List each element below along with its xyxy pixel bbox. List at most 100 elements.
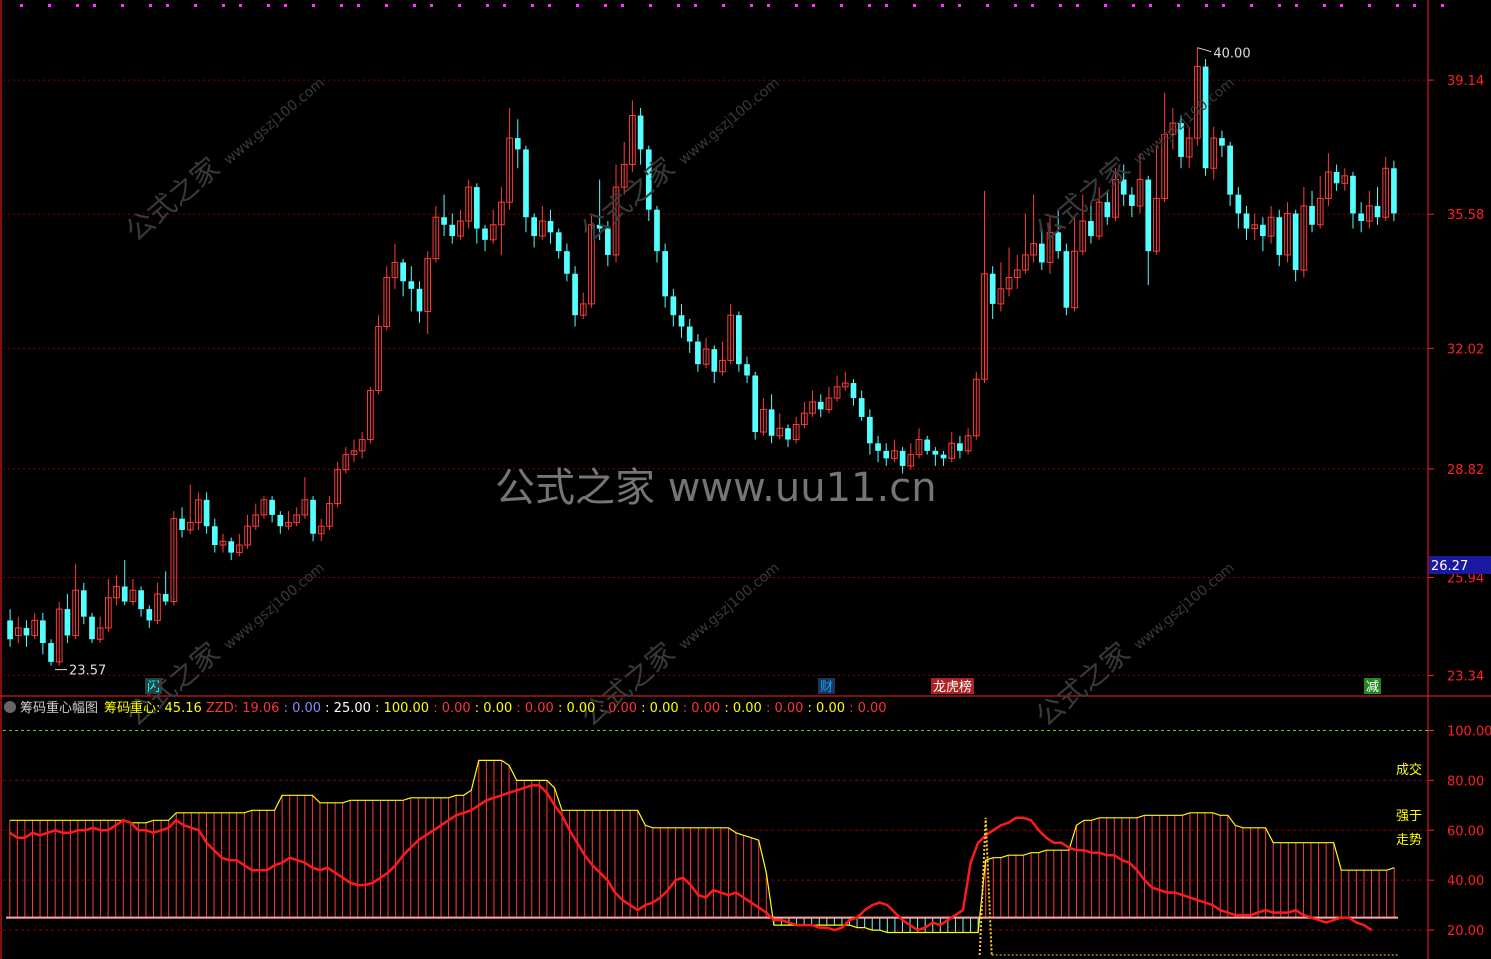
top-marker-dot	[649, 4, 652, 7]
candle-body	[1276, 217, 1283, 255]
indicator-tick-label: 20.00	[1447, 924, 1484, 939]
candle-body	[179, 518, 185, 530]
collapse-icon[interactable]	[4, 701, 16, 713]
top-marker-dot	[531, 4, 534, 7]
top-marker-dot	[621, 4, 624, 7]
candle-body	[957, 443, 963, 451]
legend-item: ZZD: 19.06	[205, 701, 284, 716]
candle-body	[654, 209, 660, 252]
legend-item: : 0.00	[516, 701, 558, 716]
high-price-label: 40.00	[1213, 47, 1250, 62]
candle-body	[441, 217, 447, 225]
top-marker-dot	[430, 4, 433, 7]
candle-body	[1227, 145, 1233, 195]
top-marker-dot	[1104, 4, 1107, 7]
candle-body	[924, 439, 931, 451]
top-marker-dot	[958, 4, 961, 7]
top-marker-dot	[503, 4, 506, 7]
candle-body	[768, 409, 775, 436]
top-marker-dot	[413, 4, 416, 7]
candle-body	[637, 115, 644, 150]
candle-body	[269, 499, 275, 515]
candle-body	[785, 428, 791, 440]
top-marker-dot	[166, 4, 169, 7]
candle-body	[1235, 194, 1242, 214]
candle-body	[80, 590, 87, 617]
candle-body	[1374, 205, 1381, 218]
event-tag-label: 财	[820, 680, 833, 695]
top-marker-dot	[694, 4, 697, 7]
top-marker-dot	[1323, 4, 1326, 7]
top-marker-dot	[284, 4, 287, 7]
top-marker-dot	[1031, 4, 1034, 7]
candle-body	[744, 364, 750, 376]
candle-body	[817, 401, 824, 410]
top-marker-dot	[1413, 4, 1416, 7]
candle-body	[555, 232, 562, 252]
price-tick-label: 39.14	[1447, 74, 1484, 89]
indicator-tick-label: 60.00	[1447, 824, 1484, 839]
candle-body	[686, 326, 693, 342]
candle-body	[564, 251, 570, 274]
candle-body	[1309, 205, 1315, 225]
candle-body	[162, 594, 169, 602]
candle-body	[989, 273, 996, 304]
candle-body	[473, 187, 480, 229]
top-marker-dot	[76, 4, 79, 7]
top-marker-dot	[576, 4, 579, 7]
candle-body	[1038, 243, 1045, 263]
low-price-label: 23.57	[69, 664, 106, 679]
candle-body	[449, 224, 456, 237]
indicator-side-label: 成交	[1396, 762, 1422, 778]
top-marker-dot	[677, 4, 680, 7]
legend-item: : 0.00	[599, 701, 642, 716]
top-marker-dot	[194, 4, 197, 7]
candle-body	[1063, 251, 1070, 308]
candle-body	[1350, 175, 1356, 214]
legend-item: : 0.00	[557, 701, 600, 716]
event-tag-label: 减	[1366, 680, 1379, 695]
top-marker-dot	[1441, 4, 1444, 7]
top-marker-dot	[340, 4, 343, 7]
candle-body	[1358, 213, 1364, 222]
top-marker-dot	[1076, 4, 1079, 7]
candle-body	[1333, 172, 1340, 184]
candle-body	[867, 416, 873, 444]
legend-item: : 0.00	[641, 701, 683, 716]
legend-item: : 0.00	[849, 701, 887, 716]
candle-body	[416, 288, 423, 312]
price-tick-label: 35.58	[1447, 208, 1484, 223]
chip-center-line	[9, 759, 1395, 934]
top-marker-dot	[1295, 4, 1298, 7]
candle-body	[850, 383, 857, 399]
top-marker-dot	[885, 4, 888, 7]
indicator-side-label: 走势	[1396, 832, 1422, 848]
top-marker-dot	[312, 4, 315, 7]
stock-chart-window: 39.14 35.58 32.02 28.82 25.94 23.34 26.27 40.00…	[0, 0, 1491, 959]
price-tick-label: 23.34	[1447, 669, 1484, 684]
top-marker-dot	[1177, 4, 1180, 7]
top-marker-dot	[48, 4, 51, 7]
legend-item: : 0.00	[765, 701, 808, 716]
top-marker-dot	[1149, 4, 1152, 7]
indicator-tick-label: 100.00	[1447, 724, 1491, 739]
price-tick-label: 32.02	[1447, 342, 1484, 357]
candle-body	[875, 443, 881, 451]
candle-body	[482, 228, 488, 240]
top-marker-dot	[941, 4, 944, 7]
indicator-tick-label: 80.00	[1447, 774, 1484, 789]
top-marker-dot	[458, 4, 461, 7]
current-price-label: 26.27	[1431, 559, 1468, 574]
candle-body	[64, 609, 71, 636]
top-marker-dot	[1205, 4, 1208, 7]
candle-body	[531, 217, 537, 237]
top-marker-dot	[486, 4, 489, 7]
top-marker-dot	[385, 4, 388, 7]
top-marker-dot	[1014, 4, 1017, 7]
candle-body	[89, 616, 95, 640]
candle-body	[1260, 224, 1266, 237]
indicator-title[interactable]: 筹码重心幅图	[20, 701, 98, 716]
candle-body	[203, 499, 210, 527]
price-tick-label: 28.82	[1447, 463, 1484, 478]
legend-item: : 25.00	[325, 701, 376, 716]
